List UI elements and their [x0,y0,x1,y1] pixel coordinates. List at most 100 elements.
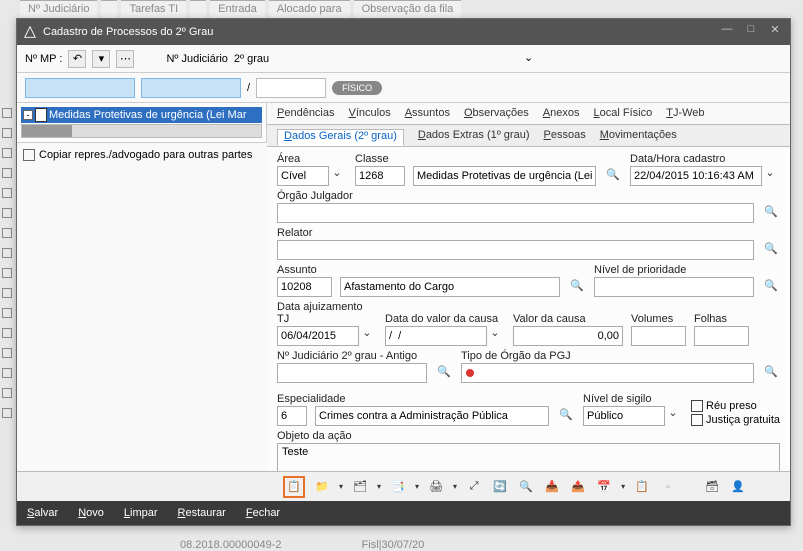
jud-number-field[interactable] [141,78,241,98]
more-button[interactable]: ⋯ [116,50,134,68]
background-footer: 08.2018.00000049-2Fisl|30/07/20 [0,539,803,551]
export-icon[interactable]: 📤 [569,478,587,496]
fechar-button[interactable]: Fechar [246,507,280,519]
prioridade-search-icon[interactable]: 🔍 [762,279,780,297]
import-icon[interactable]: 📥 [543,478,561,496]
njant-field[interactable] [277,363,427,383]
paste-icon[interactable]: 📋 [633,478,651,496]
copy-add-icon[interactable]: 📋 [283,476,305,498]
tab-local-fisico[interactable]: Local Físico [594,107,653,124]
tab-pendencias[interactable]: Pendências [277,107,335,124]
folder-icon[interactable]: 📁 [313,478,331,496]
archive-icon[interactable]: 🗃 [703,478,721,496]
maximize-button[interactable]: □ [742,23,760,41]
tree-root-label: Medidas Protetivas de urgência (Lei Mar [49,109,246,121]
tipopgj-label: Tipo de Órgão da PGJ [461,350,754,362]
copy-checkbox[interactable] [23,149,35,161]
assunto-label: Assunto [277,264,332,276]
main-window: Cadastro de Processos do 2º Grau — □ ✕ N… [16,18,791,526]
grau-label: 2º grau [234,53,269,65]
tree-icon[interactable]: 🗂 [351,478,369,496]
user-doc-icon[interactable]: 👤 [729,478,747,496]
tipopgj-search-icon[interactable]: 🔍 [762,365,780,383]
salvar-button[interactable]: Salvar [27,507,58,519]
volumes-field[interactable] [631,326,686,346]
refresh-icon[interactable]: 🔄 [491,478,509,496]
sigilo-field[interactable] [583,406,665,426]
tab-movimentacoes[interactable]: Movimentações [600,129,677,146]
data-cadastro[interactable] [630,166,762,186]
tree-hscroll[interactable] [21,124,262,138]
prioridade-field[interactable] [594,277,754,297]
background-checkboxes [2,108,12,418]
reu-checkbox[interactable] [691,400,703,412]
assunto-desc[interactable] [340,277,560,297]
slash: / [247,82,250,94]
justica-label: Justiça gratuita [706,414,780,426]
back-button[interactable]: ↶ [68,50,86,68]
classe-search-icon[interactable]: 🔍 [604,168,622,186]
tree-root[interactable]: - Medidas Protetivas de urgência (Lei Ma… [21,107,262,123]
folhas-label: Folhas [694,313,749,325]
collapse-icon[interactable]: ⌄ [520,50,538,68]
dropdown-button[interactable]: ▾ [92,50,110,68]
tab-observacoes[interactable]: Observações [464,107,529,124]
collapse-icon[interactable]: - [23,110,33,120]
tab-pessoas[interactable]: Pessoas [544,129,586,146]
assunto-search-icon[interactable]: 🔍 [568,279,586,297]
assunto-code[interactable] [277,277,332,297]
close-button[interactable]: ✕ [766,23,784,41]
objeto-textarea[interactable]: Teste [277,443,780,471]
valorc-field[interactable] [513,326,623,346]
ajuiz-field[interactable] [277,326,359,346]
orgao-field[interactable] [277,203,754,223]
ajuiz-dropdown-icon[interactable]: ⌄ [359,326,375,346]
valorc-label: Valor da causa [513,313,623,325]
toolbar-top: Nº MP : ↶ ▾ ⋯ Nº Judiciário 2º grau ⌄ [17,45,790,73]
classe-label: Classe [355,153,405,165]
calendar-icon[interactable]: 📅 [595,478,613,496]
search-doc-icon[interactable]: 🔍 [517,478,535,496]
toolbar-bottom: 📋 📁▾ 🗂▾ 📑▾ 🖨▾ ⤢ 🔄 🔍 📥 📤 📅▾ 📋 ▫ 🗃 👤 [17,471,790,501]
relator-label: Relator [277,227,754,239]
restaurar-button[interactable]: Restaurar [178,507,226,519]
folhas-field[interactable] [694,326,749,346]
volumes-label: Volumes [631,313,686,325]
tab-dados-gerais[interactable]: Dados Gerais (2º grau) [277,129,404,146]
classe-code[interactable] [355,166,405,186]
print-icon[interactable]: 🖨 [427,478,445,496]
area-dropdown-icon[interactable]: ⌄ [329,166,345,186]
classe-desc[interactable] [413,166,596,186]
jud-label: Nº Judiciário [166,53,227,65]
doc-icon [35,108,47,122]
njant-search-icon[interactable]: 🔍 [435,365,453,383]
limpar-button[interactable]: Limpar [124,507,158,519]
esp-search-icon[interactable]: 🔍 [557,408,575,426]
tab-tjweb[interactable]: TJ-Web [666,107,704,124]
tab-assuntos[interactable]: Assuntos [405,107,450,124]
esp-desc[interactable] [315,406,549,426]
datavc-field[interactable] [385,326,487,346]
minimize-button[interactable]: — [718,23,736,41]
copy-row: Copiar repres./advogado para outras part… [17,142,267,166]
mp-number-field[interactable] [25,78,135,98]
tab-vinculos[interactable]: Vínculos [349,107,391,124]
tab-dados-extras[interactable]: Dados Extras (1º grau) [418,129,530,146]
tab-anexos[interactable]: Anexos [543,107,580,124]
data-dropdown-icon[interactable]: ⌄ [762,166,778,186]
relator-field[interactable] [277,240,754,260]
year-field[interactable] [256,78,326,98]
orgao-search-icon[interactable]: 🔍 [762,205,780,223]
datavc-dropdown-icon[interactable]: ⌄ [487,326,503,346]
sigilo-dropdown-icon[interactable]: ⌄ [665,406,681,426]
esp-code[interactable] [277,406,307,426]
area-select[interactable] [277,166,329,186]
tabs-row-2: Dados Gerais (2º grau) Dados Extras (1º … [267,125,790,147]
expand-icon[interactable]: ⤢ [465,478,483,496]
relator-search-icon[interactable]: 🔍 [762,242,780,260]
docs-icon[interactable]: 📑 [389,478,407,496]
justica-checkbox[interactable] [691,414,703,426]
novo-button[interactable]: Novo [78,507,104,519]
form-panel: Área ⌄ Classe 🔍 Data/Hora cadastro ⌄ Órg… [267,147,790,471]
pgj-red-dot-icon [466,369,474,377]
